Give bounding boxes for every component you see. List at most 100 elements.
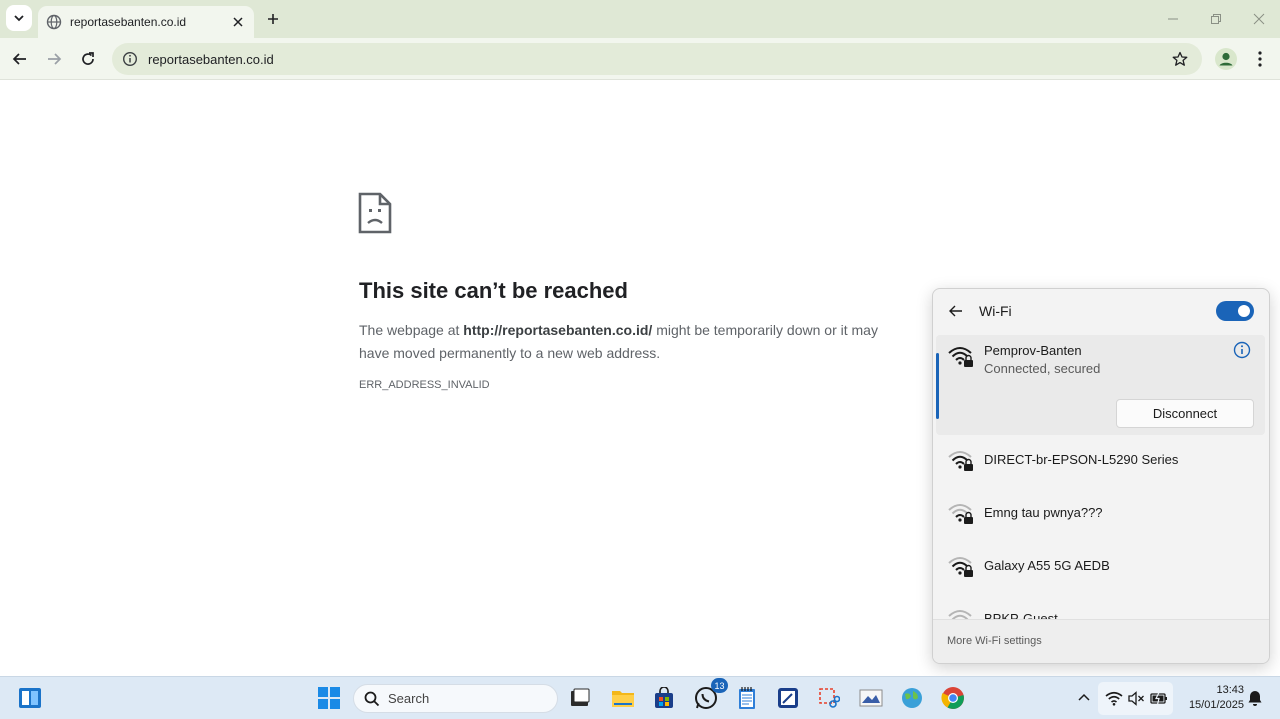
clock-time: 13:43 (1216, 684, 1244, 696)
tab-close-button[interactable] (230, 14, 246, 30)
arrow-right-icon (48, 53, 62, 65)
info-icon[interactable] (1233, 341, 1251, 359)
connected-network-name: Pemprov-Banten (984, 343, 1082, 358)
plus-icon (268, 14, 278, 24)
wifi-flyout: Wi-Fi Pemprov-Banten Connected, secured … (932, 288, 1270, 664)
reload-button[interactable] (75, 46, 101, 72)
tab-search-button[interactable] (6, 5, 32, 31)
store-button[interactable] (650, 684, 678, 712)
chrome-button[interactable] (939, 684, 967, 712)
back-button[interactable] (7, 46, 33, 72)
volume-muted-icon (1128, 691, 1144, 706)
new-tab-button[interactable] (262, 8, 284, 30)
address-bar[interactable]: reportasebanten.co.id (112, 43, 1202, 75)
url-text[interactable]: reportasebanten.co.id (148, 52, 1170, 67)
start-button[interactable] (315, 684, 343, 712)
minimize-icon (1168, 18, 1178, 20)
toggle-knob (1238, 305, 1250, 317)
wifi-secured-icon (948, 557, 973, 577)
wifi-header: Wi-Fi (933, 289, 1269, 333)
chrome-icon (941, 687, 964, 709)
close-window-button[interactable] (1248, 8, 1270, 30)
snipping-tool-button[interactable] (815, 684, 843, 712)
forward-button[interactable] (41, 46, 67, 72)
disconnect-button[interactable]: Disconnect (1116, 399, 1254, 428)
notepad-icon (739, 687, 755, 709)
task-view-button[interactable] (566, 684, 594, 712)
notification-badge: 13 (711, 678, 728, 693)
wifi-secured-icon (948, 451, 973, 471)
restore-icon (1211, 14, 1221, 24)
sad-page-icon (358, 192, 392, 234)
wifi-icon (1105, 691, 1123, 706)
battery-charging-icon (1150, 692, 1167, 705)
notepad-button[interactable] (733, 684, 761, 712)
maps-app-button[interactable] (898, 684, 926, 712)
file-explorer-button[interactable] (609, 684, 637, 712)
image-app-icon (859, 689, 883, 707)
widgets-icon (19, 688, 41, 708)
folder-icon (612, 691, 634, 707)
wifi-network-item[interactable]: Emng tau pwnya??? (936, 492, 1265, 540)
wifi-toggle[interactable] (1216, 301, 1254, 321)
tab-strip: reportasebanten.co.id (0, 0, 1280, 38)
search-placeholder: Search (388, 691, 430, 706)
task-view-icon (571, 688, 590, 706)
star-icon (1172, 51, 1188, 66)
wifi-title: Wi-Fi (979, 303, 1012, 319)
reload-icon (82, 52, 94, 65)
network-name: Galaxy A55 5G AEDB (984, 558, 1110, 573)
minimize-button[interactable] (1162, 8, 1184, 30)
browser-menu-button[interactable] (1250, 47, 1270, 71)
wifi-footer: More Wi-Fi settings (933, 619, 1269, 663)
connected-network-status: Connected, secured (984, 361, 1101, 376)
error-body-url: http://reportasebanten.co.id/ (463, 322, 653, 338)
clock-date: 15/01/2025 (1188, 699, 1244, 711)
system-clock[interactable]: 13:43 15/01/2025 (1180, 683, 1244, 713)
profile-avatar-icon[interactable] (1214, 47, 1238, 71)
taskbar: Search 13 13:43 15/01/2025 (0, 676, 1280, 719)
more-wifi-settings-link[interactable]: More Wi-Fi settings (947, 635, 1042, 647)
scissors-icon (819, 688, 840, 708)
wifi-network-item[interactable]: DIRECT-br-EPSON-L5290 Series (936, 439, 1265, 487)
wifi-network-item[interactable]: BPKP-Guest (936, 598, 1265, 619)
chevron-down-icon (14, 15, 24, 22)
bookmark-button[interactable] (1170, 49, 1190, 69)
search-icon (364, 691, 380, 706)
error-code: ERR_ADDRESS_INVALID (359, 379, 490, 391)
pen-app-button[interactable] (774, 684, 802, 712)
photos-app-button[interactable] (857, 684, 885, 712)
error-description: The webpage at http://reportasebanten.co… (359, 319, 904, 365)
quick-settings-tray[interactable] (1098, 682, 1173, 715)
info-icon[interactable] (122, 51, 138, 67)
network-name: BPKP-Guest (984, 611, 1058, 619)
tab-title: reportasebanten.co.id (70, 15, 187, 29)
wifi-secured-icon (948, 504, 973, 524)
network-name: Emng tau pwnya??? (984, 505, 1103, 520)
browser-toolbar: reportasebanten.co.id (0, 38, 1280, 80)
restore-button[interactable] (1205, 8, 1227, 30)
wifi-network-item[interactable]: Galaxy A55 5G AEDB (936, 545, 1265, 593)
arrow-left-icon[interactable] (947, 302, 965, 320)
network-name: DIRECT-br-EPSON-L5290 Series (984, 452, 1179, 467)
chevron-up-icon[interactable] (1075, 689, 1093, 707)
wifi-secured-icon (948, 610, 972, 619)
error-body-prefix: The webpage at (359, 322, 464, 338)
globe-icon (46, 14, 62, 30)
globe-app-icon (902, 688, 922, 708)
selection-accent (936, 353, 939, 419)
close-icon (1253, 13, 1265, 25)
whatsapp-button[interactable]: 13 (692, 678, 728, 712)
taskbar-search-box[interactable]: Search (353, 684, 558, 713)
error-heading: This site can’t be reached (359, 278, 628, 303)
close-icon (233, 17, 243, 27)
pen-app-icon (778, 688, 798, 708)
arrow-left-icon (12, 53, 26, 65)
store-icon (655, 687, 673, 708)
bell-icon[interactable] (1246, 689, 1264, 707)
connected-network-item[interactable]: Pemprov-Banten Connected, secured Discon… (936, 335, 1265, 435)
more-vertical-icon (1258, 51, 1262, 67)
browser-tab[interactable]: reportasebanten.co.id (38, 6, 254, 38)
widgets-button[interactable] (16, 684, 44, 712)
wifi-secured-icon (948, 347, 973, 367)
